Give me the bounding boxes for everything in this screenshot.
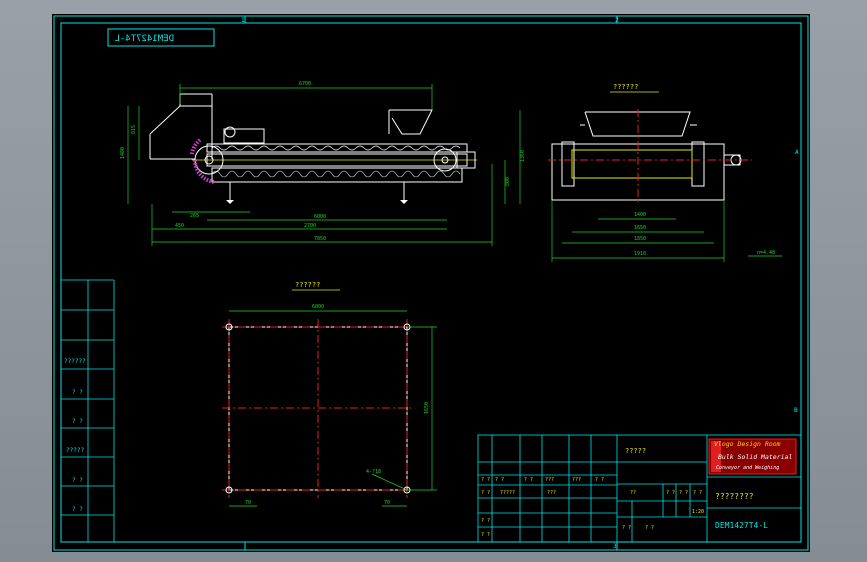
dim-bottom-d: 2700: [304, 223, 316, 229]
tb-cell-11: ? ?: [666, 490, 675, 496]
dim-plan-left: 70: [245, 500, 251, 506]
dim-top-span: 6700: [299, 81, 311, 87]
left-table-row-5: ? ?: [72, 477, 83, 484]
left-table-row-3: ? ?: [72, 418, 83, 425]
logo-line-1: Vlogo Design Room: [714, 440, 781, 448]
stamp-code: DEM1427T4-L: [114, 34, 174, 44]
plan-label: ??????: [295, 281, 320, 289]
dim-plan-hole: 4-?18: [366, 469, 381, 475]
title-drawing-number: DEM1427T4-L: [715, 521, 768, 530]
dim-side-w3: 1850: [634, 236, 646, 242]
tb-cell-10: ??: [630, 490, 636, 496]
dim-bottom-total: 7850: [314, 236, 326, 242]
tb-cell-15: ? ?: [481, 532, 490, 538]
outer-border: [53, 15, 809, 551]
front-view-dimensions: [127, 84, 521, 246]
dim-side-w1: 1400: [634, 212, 646, 218]
tb-cell-13: ? ?: [693, 490, 702, 496]
left-revision-table: [61, 279, 115, 542]
title-drawing-title: ????????: [715, 492, 754, 501]
dim-bottom-b: 6000: [314, 214, 326, 220]
tb-cell-2: ? ?: [495, 477, 504, 483]
foundation-plan: [222, 319, 414, 498]
tb-cell-14: ? ?: [481, 518, 490, 524]
conveyor-front-view: [149, 93, 477, 204]
logo-line-3: Conveyor and Weighing: [716, 465, 779, 471]
dim-plan-h: 1650: [424, 402, 430, 414]
title-drawing-name: ?????: [625, 447, 646, 455]
grid-label-side-b: B: [794, 407, 798, 414]
tb-cell-8: ?????: [500, 490, 515, 496]
tb-cell-5: ???: [572, 477, 581, 483]
section-label: ??????: [613, 83, 638, 91]
grid-label-bottom-2: 3: [613, 543, 617, 550]
company-logo: Vlogo Design Room Bulk Solid Material Co…: [708, 438, 797, 475]
logo-line-2: Bulk Solid Material: [718, 453, 792, 461]
dim-right-h2: 800: [505, 177, 511, 186]
left-table-row-4: ?????: [66, 447, 84, 454]
tb-cell-18: 1:20: [692, 509, 704, 515]
dim-right-h1: 1360: [520, 150, 526, 162]
tb-cell-3: ? ?: [524, 477, 533, 483]
dim-left-h1: 815: [131, 125, 137, 134]
tb-cell-6: ? ?: [595, 477, 604, 483]
dim-bottom-c: 450: [175, 223, 184, 229]
grid-label-side-a: A: [795, 149, 799, 156]
grid-label-top-2: 2: [615, 17, 619, 24]
dim-bottom-a: 265: [190, 213, 199, 219]
side-view-dimensions: [551, 200, 782, 262]
dim-side-w4: 1910: [634, 251, 646, 257]
left-table-row-6: ? ?: [72, 506, 83, 513]
conveyor-side-view: [551, 111, 742, 201]
tb-cell-1: ? ?: [481, 477, 490, 483]
drawing-sheet: 1 2 3 A B DEM1427T4-L 6700 815 1400 1360…: [52, 14, 810, 552]
tb-cell-7: ? ?: [481, 490, 490, 496]
dim-plan-right: 70: [384, 500, 390, 506]
dim-side-note: n=4.48: [757, 250, 775, 256]
grid-label-top-1: 1: [241, 17, 245, 24]
tb-cell-9: ???: [547, 490, 556, 496]
tb-cell-17: ? ?: [645, 525, 654, 531]
left-table-row-1: ??????: [64, 358, 86, 365]
tb-cell-12: ? ?: [679, 490, 688, 496]
drawing-canvas: 1 2 3 A B DEM1427T4-L 6700 815 1400 1360…: [53, 15, 809, 551]
dim-side-w2: 1650: [634, 225, 646, 231]
dim-plan-w: 6000: [312, 304, 324, 310]
tb-cell-4: ???: [545, 477, 554, 483]
dim-left-h2: 1400: [120, 147, 126, 159]
inner-border: [60, 22, 802, 543]
tb-cell-16: ? ?: [622, 525, 631, 531]
cad-viewport: 1 2 3 A B DEM1427T4-L 6700 815 1400 1360…: [0, 0, 867, 562]
left-table-row-2: ? ?: [72, 389, 83, 396]
